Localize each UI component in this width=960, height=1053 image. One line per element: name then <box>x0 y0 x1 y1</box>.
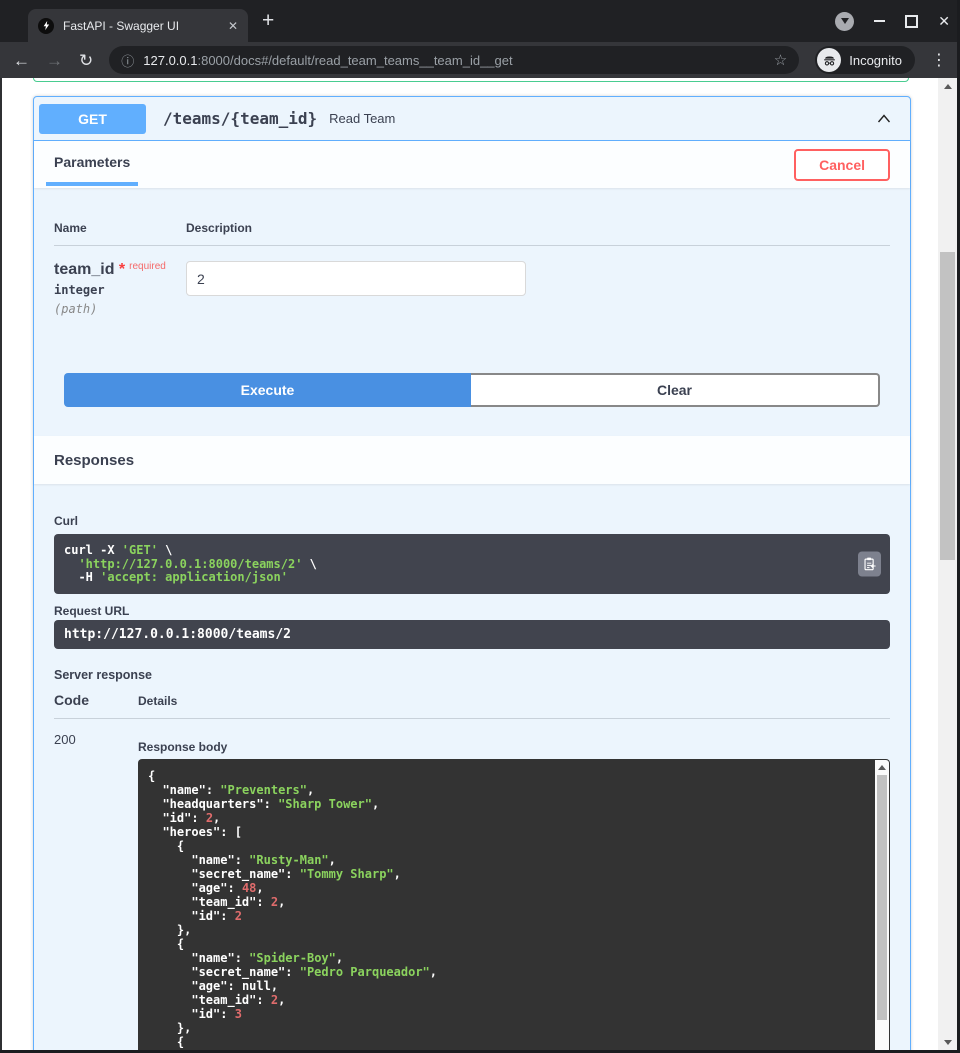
execute-button[interactable]: Execute <box>64 373 471 407</box>
response-table-header: Code Details <box>54 692 890 719</box>
incognito-icon <box>817 48 841 72</box>
fastapi-favicon-icon <box>38 18 54 34</box>
cancel-button[interactable]: Cancel <box>794 149 890 181</box>
back-button[interactable]: ← <box>13 52 30 69</box>
status-code: 200 <box>54 732 138 1053</box>
browser-tab[interactable]: FastAPI - Swagger UI ✕ <box>28 9 248 42</box>
tab-title: FastAPI - Swagger UI <box>63 19 222 33</box>
endpoint-path: /teams/{team_id} <box>163 109 317 128</box>
page-scroll-down-icon[interactable] <box>938 1034 957 1050</box>
parameter-value-cell <box>186 261 526 316</box>
reload-button[interactable]: ↻ <box>79 52 93 69</box>
bookmark-star-icon[interactable]: ☆ <box>774 51 787 69</box>
column-header-description: Description <box>186 221 252 235</box>
curl-label: Curl <box>54 514 890 528</box>
responses-section-header: Responses <box>34 436 910 484</box>
tab-strip: FastAPI - Swagger UI ✕ + ✕ <box>0 0 960 42</box>
request-url-label: Request URL <box>54 604 890 618</box>
responses-body: Curl curl -X 'GET' \ 'http://127.0.0.1:8… <box>34 484 910 1053</box>
clear-button[interactable]: Clear <box>471 373 880 407</box>
curl-block: curl -X 'GET' \ 'http://127.0.0.1:8000/t… <box>54 534 890 594</box>
response-body-scrollbar[interactable] <box>875 760 889 1053</box>
get-endpoint-block: GET /teams/{team_id} Read Team Parameter… <box>33 96 911 1053</box>
browser-menu-icon[interactable]: ⋮ <box>931 50 947 70</box>
response-body-json: { "name": "Preventers", "headquarters": … <box>148 769 866 1053</box>
browser-window: FastAPI - Swagger UI ✕ + ✕ ← → ↻ ⓘ 127.0… <box>0 0 960 1053</box>
window-close-button[interactable]: ✕ <box>938 14 950 28</box>
swagger-page: GET /teams/{team_id} Read Team Parameter… <box>0 78 960 1053</box>
required-label: required <box>129 261 166 272</box>
response-body-block: { "name": "Preventers", "headquarters": … <box>138 759 890 1053</box>
request-url-value: http://127.0.0.1:8000/teams/2 <box>54 620 890 649</box>
site-info-icon[interactable]: ⓘ <box>121 51 134 70</box>
parameter-row: team_id * required integer (path) <box>54 246 890 331</box>
forward-button[interactable]: → <box>46 52 63 69</box>
method-badge: GET <box>39 104 146 134</box>
curl-command: curl -X 'GET' \ 'http://127.0.0.1:8000/t… <box>64 544 880 585</box>
page-scroll-up-icon[interactable] <box>938 78 957 94</box>
required-asterisk: * <box>119 261 125 278</box>
page-scrollbar-thumb[interactable] <box>940 252 955 560</box>
maximize-button[interactable] <box>905 15 918 28</box>
parameter-name: team_id <box>54 261 114 278</box>
execute-row: Execute Clear <box>64 373 880 407</box>
page-scrollbar[interactable] <box>938 78 957 1050</box>
tab-search-icon[interactable] <box>835 12 854 31</box>
browser-toolbar: ← → ↻ ⓘ 127.0.0.1:8000/docs#/default/rea… <box>0 42 960 78</box>
address-bar[interactable]: ⓘ 127.0.0.1:8000/docs#/default/read_team… <box>109 46 799 74</box>
parameter-location: (path) <box>54 302 186 316</box>
previous-endpoint-block-edge <box>33 78 909 82</box>
responses-title: Responses <box>54 452 134 469</box>
minimize-button[interactable] <box>874 20 885 22</box>
scroll-up-icon[interactable] <box>875 760 889 774</box>
response-body-label: Response body <box>138 740 890 754</box>
column-header-code: Code <box>54 692 138 708</box>
team-id-input[interactable] <box>186 261 526 296</box>
endpoint-summary-header[interactable]: GET /teams/{team_id} Read Team <box>34 97 910 141</box>
column-header-details: Details <box>138 694 177 708</box>
parameters-section-header: Parameters Cancel <box>34 141 910 188</box>
server-response-label: Server response <box>54 668 890 682</box>
new-tab-button[interactable]: + <box>262 11 274 31</box>
response-details-cell: Response body { "name": "Preventers", "h… <box>138 732 890 1053</box>
tab-close-icon[interactable]: ✕ <box>228 19 238 33</box>
incognito-badge: Incognito <box>815 46 915 74</box>
tab-parameters[interactable]: Parameters <box>46 141 138 186</box>
endpoint-summary: Read Team <box>329 111 395 126</box>
response-scrollbar-thumb[interactable] <box>877 775 887 1020</box>
url-text[interactable]: 127.0.0.1:8000/docs#/default/read_team_t… <box>143 53 765 68</box>
window-frame-left <box>0 78 2 1053</box>
parameters-table: Name Description team_id * required integ… <box>34 188 910 331</box>
copy-to-clipboard-icon[interactable] <box>858 552 881 577</box>
parameter-type: integer <box>54 283 186 297</box>
column-header-name: Name <box>54 221 186 235</box>
collapse-chevron-icon[interactable] <box>874 109 894 129</box>
incognito-label: Incognito <box>849 53 902 68</box>
parameter-name-cell: team_id * required integer (path) <box>54 261 186 316</box>
response-row: 200 Response body { "name": "Preventers"… <box>54 719 890 1053</box>
